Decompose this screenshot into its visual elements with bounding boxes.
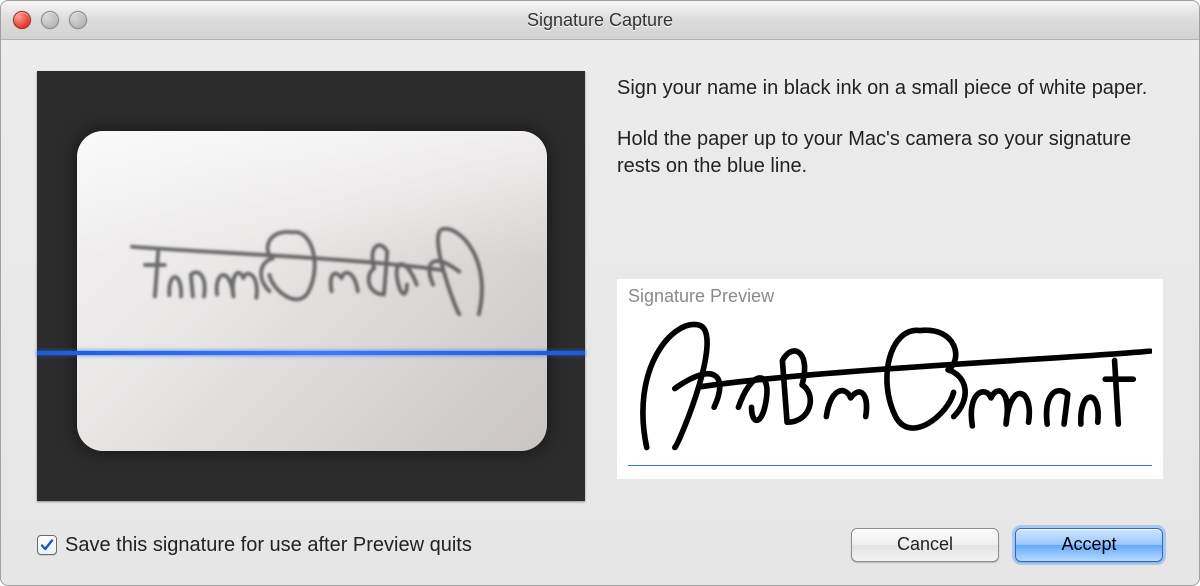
minimize-icon[interactable] [41,11,59,29]
zoom-icon[interactable] [69,11,87,29]
columns: Sign your name in black ink on a small p… [37,71,1163,501]
cancel-button[interactable]: Cancel [851,528,999,562]
camera-preview [37,71,585,501]
dialog-footer: Save this signature for use after Previe… [37,525,1163,565]
signature-capture-window: Signature Capture [0,0,1200,586]
signature-baseline [628,465,1152,466]
instruction-line-2: Hold the paper up to your Mac's camera s… [617,126,1163,180]
signature-preview-glyph [628,307,1152,457]
dialog-content: Sign your name in black ink on a small p… [1,39,1199,585]
camera-signature-glyph [129,213,496,318]
right-pane: Sign your name in black ink on a small p… [617,71,1163,501]
instructions-text: Sign your name in black ink on a small p… [617,75,1163,275]
close-icon[interactable] [13,11,31,29]
save-signature-checkbox[interactable]: Save this signature for use after Previe… [37,534,472,557]
save-signature-label: Save this signature for use after Previe… [65,534,472,557]
checkbox-icon [37,535,57,555]
camera-paper-region [77,131,547,451]
window-title: Signature Capture [527,10,673,30]
instruction-line-1: Sign your name in black ink on a small p… [617,75,1163,102]
window-controls [13,1,87,39]
signature-preview-label: Signature Preview [628,286,1152,307]
titlebar: Signature Capture [1,1,1199,40]
alignment-guide-line [37,351,585,355]
accept-button[interactable]: Accept [1015,528,1163,562]
signature-preview-box: Signature Preview [617,279,1163,479]
